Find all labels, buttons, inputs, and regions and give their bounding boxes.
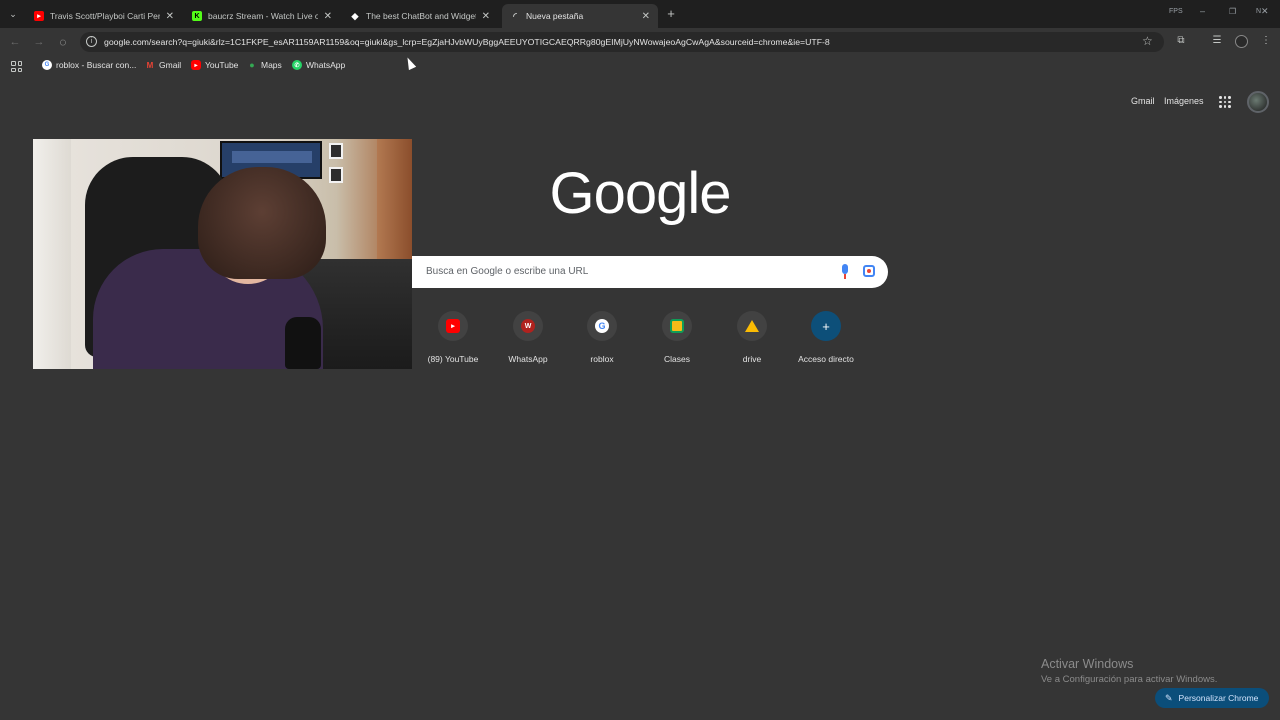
close-window-icon[interactable]: ✕ bbox=[1261, 6, 1269, 17]
bookmark-roblox[interactable]: G roblox - Buscar con... bbox=[42, 60, 136, 70]
drive-icon bbox=[745, 320, 759, 332]
maximize-icon[interactable]: ❐ bbox=[1229, 7, 1236, 16]
shortcut-label: roblox bbox=[590, 354, 614, 364]
shortcut-tile bbox=[662, 311, 692, 341]
bookmark-label: Gmail bbox=[159, 60, 182, 70]
bookmark-label: YouTube bbox=[205, 60, 239, 70]
tab-title: Nueva pestaña bbox=[526, 11, 584, 21]
search-input[interactable]: Busca en Google o escribe una URL bbox=[426, 266, 588, 277]
youtube-icon: ▸ bbox=[191, 60, 201, 70]
plus-icon: + bbox=[822, 318, 830, 334]
maps-icon: ● bbox=[249, 60, 255, 70]
apps-icon[interactable] bbox=[11, 61, 22, 72]
pencil-icon: ✎ bbox=[1165, 692, 1173, 703]
whatsapp-icon: ✆ bbox=[292, 60, 302, 70]
tab-strip: ⌄ ▸ Travis Scott/Playboi Carti Perfec ✕ … bbox=[0, 0, 1280, 28]
google-icon: G bbox=[42, 60, 52, 70]
youtube-icon: ▸ bbox=[34, 11, 44, 21]
bookmark-label: roblox - Buscar con... bbox=[56, 60, 137, 70]
stop-loading-icon[interactable]: ◌ bbox=[56, 35, 70, 49]
tab-nueva-pestana[interactable]: ◜ Nueva pestaña ✕ bbox=[502, 4, 658, 28]
forward-arrow-icon[interactable]: → bbox=[32, 35, 46, 49]
shortcut-label: WhatsApp bbox=[508, 354, 548, 364]
tab-baucrz-stream[interactable]: K baucrz Stream - Watch Live on ✕ bbox=[184, 4, 340, 28]
shortcut-youtube[interactable]: ▸ (89) YouTube bbox=[416, 311, 490, 364]
profile-avatar-small[interactable] bbox=[1235, 35, 1248, 48]
tab-search-icon[interactable]: ⌄ bbox=[4, 5, 22, 23]
back-arrow-icon[interactable]: ← bbox=[8, 35, 22, 49]
gmail-icon: M bbox=[146, 60, 154, 70]
google-icon: G bbox=[595, 319, 609, 333]
bookmark-maps[interactable]: ● Maps bbox=[247, 60, 282, 70]
shortcut-tile: W bbox=[513, 311, 543, 341]
shortcut-label: (89) YouTube bbox=[427, 354, 479, 364]
shortcut-whatsapp[interactable]: W WhatsApp bbox=[491, 311, 565, 364]
shortcut-label: Clases bbox=[664, 354, 690, 364]
shortcut-roblox[interactable]: G roblox bbox=[565, 311, 639, 364]
bookmark-star-icon[interactable]: ☆ bbox=[1142, 34, 1153, 48]
shortcut-label: Acceso directo bbox=[798, 354, 854, 364]
tab-title: The best ChatBot and Widgets bbox=[366, 11, 476, 21]
streamelements-icon: ◆ bbox=[351, 10, 359, 21]
webcam-person-hair bbox=[198, 167, 326, 279]
extensions-icon[interactable]: ⧉ bbox=[1175, 35, 1187, 47]
new-tab-button[interactable]: + bbox=[664, 6, 678, 22]
kick-icon: K bbox=[192, 11, 202, 21]
site-info-icon[interactable]: i bbox=[86, 36, 97, 47]
shortcut-tile bbox=[737, 311, 767, 341]
customize-chrome-label: Personalizar Chrome bbox=[1178, 693, 1259, 703]
tab-chatbot-widgets[interactable]: ◆ The best ChatBot and Widgets ✕ bbox=[342, 4, 498, 28]
shortcut-drive[interactable]: drive bbox=[715, 311, 789, 364]
bookmark-whatsapp[interactable]: ✆ WhatsApp bbox=[292, 60, 345, 70]
account-avatar[interactable] bbox=[1247, 91, 1269, 113]
tab-travis-scott[interactable]: ▸ Travis Scott/Playboi Carti Perfec ✕ bbox=[26, 4, 182, 28]
activate-windows-title: Activar Windows bbox=[1041, 657, 1134, 671]
customize-chrome-button[interactable]: ✎ Personalizar Chrome bbox=[1155, 688, 1269, 708]
shortcut-add[interactable]: + Acceso directo bbox=[789, 311, 863, 364]
close-icon[interactable]: ✕ bbox=[324, 11, 332, 22]
gmail-link[interactable]: Gmail bbox=[1131, 96, 1155, 106]
minimize-icon[interactable]: – bbox=[1200, 6, 1205, 16]
youtube-icon: ▸ bbox=[446, 319, 460, 333]
google-apps-icon[interactable] bbox=[1219, 96, 1231, 108]
shortcut-tile: ▸ bbox=[438, 311, 468, 341]
bookmark-youtube[interactable]: ▸ YouTube bbox=[191, 60, 238, 70]
activate-windows-subtitle: Ve a Configuración para activar Windows. bbox=[1041, 674, 1218, 685]
bookmark-label: Maps bbox=[261, 60, 282, 70]
webcam-microphone bbox=[285, 317, 321, 369]
media-queue-icon[interactable]: ☰ bbox=[1211, 35, 1223, 47]
images-link[interactable]: Imágenes bbox=[1164, 96, 1204, 106]
tab-title: baucrz Stream - Watch Live on bbox=[208, 11, 318, 21]
bookmark-label: WhatsApp bbox=[306, 60, 346, 70]
webcam-overlay bbox=[33, 139, 412, 369]
google-logo: Google bbox=[549, 161, 731, 226]
shortcut-tile: + bbox=[811, 311, 841, 341]
loading-icon: ◜ bbox=[513, 10, 517, 21]
close-icon[interactable]: ✕ bbox=[482, 11, 490, 22]
bookmark-gmail[interactable]: M Gmail bbox=[145, 60, 182, 70]
fps-label: FPS bbox=[1169, 8, 1183, 15]
tab-title: Travis Scott/Playboi Carti Perfec bbox=[50, 11, 160, 21]
close-icon[interactable]: ✕ bbox=[166, 11, 174, 22]
menu-kebab-icon[interactable]: ⋮ bbox=[1260, 35, 1272, 47]
voice-search-icon[interactable] bbox=[839, 264, 851, 280]
address-url[interactable]: google.com/search?q=giuki&rlz=1C1FKPE_es… bbox=[104, 37, 1134, 47]
classroom-icon bbox=[670, 319, 684, 333]
webcam-photo-frame bbox=[329, 167, 343, 183]
shortcut-tile: G bbox=[587, 311, 617, 341]
webcam-door bbox=[33, 139, 71, 369]
close-icon[interactable]: ✕ bbox=[642, 11, 650, 22]
webcam-photo-frame bbox=[329, 143, 343, 159]
w-icon: W bbox=[521, 319, 535, 333]
google-lens-icon[interactable] bbox=[863, 265, 875, 277]
shortcut-clases[interactable]: Clases bbox=[640, 311, 714, 364]
shortcut-label: drive bbox=[742, 354, 762, 364]
